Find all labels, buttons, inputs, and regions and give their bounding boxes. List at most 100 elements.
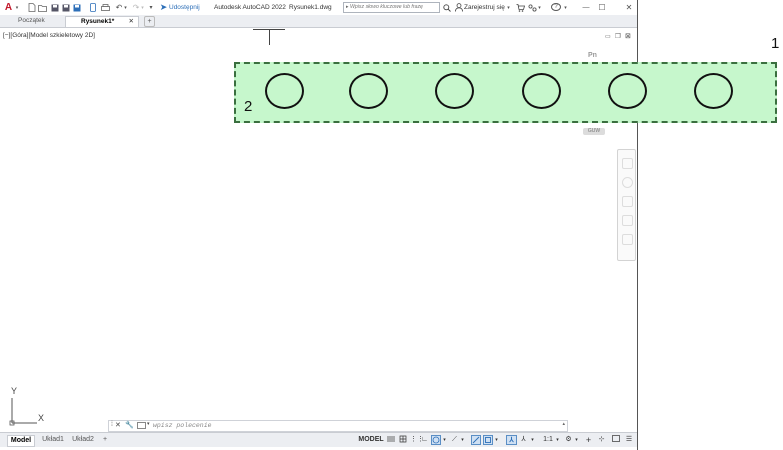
search-dropdown-icon[interactable]: ▸ — [346, 4, 349, 10]
annotation-number-1: 1 — [771, 35, 780, 52]
tab-start[interactable]: Początek — [18, 16, 63, 26]
save-icon[interactable] — [50, 2, 59, 13]
viewport-minimize-icon[interactable]: ▭ — [605, 33, 611, 40]
object-snap-icon[interactable] — [483, 435, 493, 445]
layout-tab-uklad2[interactable]: Układ2 — [70, 435, 96, 445]
customize-command-icon[interactable]: 🔧 — [125, 421, 134, 429]
file-name: Rysunek1.dwg — [289, 4, 332, 11]
crosshair-vertical — [269, 29, 270, 45]
command-history-icon[interactable]: ▴ — [562, 421, 565, 427]
wcs-menu[interactable]: GUW — [583, 128, 605, 135]
new-file-icon[interactable] — [27, 2, 36, 13]
pan-icon[interactable] — [622, 177, 633, 188]
workspace-dropdown-icon[interactable]: ▾ — [574, 435, 579, 445]
object-snap-tracking-icon[interactable] — [471, 435, 481, 445]
open-from-mobile-icon[interactable] — [89, 2, 97, 13]
orbit-icon[interactable] — [622, 215, 633, 226]
app-menu-button[interactable]: A — [3, 2, 14, 13]
search-icon[interactable] — [442, 2, 451, 13]
dynamic-input-icon[interactable]: ⋮⋮ — [410, 435, 424, 445]
autodesk-app-store-icon[interactable] — [515, 2, 525, 13]
status-bar: Model Układ1 Układ2 + MODEL ⋮⋮ ∟ ▾ ⟋ ▾ ▾… — [0, 432, 637, 447]
command-line-grip-icon[interactable]: ⁞ — [111, 421, 113, 428]
share-button[interactable]: Udostępnij — [169, 2, 201, 13]
recent-commands-dropdown-icon[interactable]: ▾ — [147, 421, 150, 427]
wcs-label: GUW — [587, 128, 601, 134]
polar-tracking-icon[interactable] — [431, 435, 441, 445]
open-file-icon[interactable] — [38, 2, 47, 13]
zoom-icon[interactable] — [622, 196, 633, 207]
circle[interactable] — [522, 73, 561, 109]
new-tab-button[interactable]: + — [144, 16, 155, 27]
add-layout-button[interactable]: + — [100, 435, 110, 445]
customize-toolbar-icon[interactable]: ▾ — [148, 2, 154, 13]
sign-in-button[interactable]: Zarejestruj się — [464, 2, 506, 13]
units-icon[interactable]: ⊹ — [597, 435, 606, 445]
circle[interactable] — [265, 73, 304, 109]
command-input[interactable]: wpisz polecenie — [153, 422, 212, 429]
annotation-scale-dropdown-icon[interactable]: ▾ — [555, 435, 560, 445]
circle[interactable] — [349, 73, 388, 109]
layout-tab-model[interactable]: Model — [7, 435, 35, 447]
customization-menu-icon[interactable]: ☰ — [624, 435, 634, 445]
isometric-drafting-icon[interactable]: ⟋ — [450, 435, 459, 445]
redo-icon[interactable]: ↷ — [132, 2, 140, 13]
annotation-visibility-icon[interactable]: ⅄ — [506, 435, 517, 445]
minimize-button[interactable]: — — [581, 2, 591, 13]
viewport-restore-icon[interactable]: ❐ — [615, 32, 621, 40]
auto-scale-dropdown-icon[interactable]: ▾ — [530, 435, 535, 445]
navigation-bar — [617, 149, 636, 261]
command-line-close-icon[interactable]: ✕ — [115, 421, 121, 429]
search-box[interactable]: ▸ Wpisz słowo kluczowe lub frazę — [343, 2, 440, 13]
circle[interactable] — [694, 73, 733, 109]
ortho-mode-icon[interactable]: ∟ — [420, 435, 429, 445]
help-button[interactable]: ? — [551, 3, 561, 11]
title-bar: A ▾ ↶ ▾ ↷ ▾ ▾ ➤ Udostępnij Autodesk Auto… — [0, 0, 637, 16]
search-input[interactable]: Wpisz słowo kluczowe lub frazę — [350, 4, 423, 10]
save-as-icon[interactable] — [61, 2, 70, 13]
undo-dropdown-icon[interactable]: ▾ — [123, 2, 128, 13]
command-line[interactable]: ⁞ ✕ 🔧 ▾ wpisz polecenie ▴ — [108, 420, 568, 432]
circle[interactable] — [608, 73, 647, 109]
app-menu-arrow-icon[interactable]: ▾ — [14, 2, 20, 13]
redo-dropdown-icon[interactable]: ▾ — [140, 2, 145, 13]
help-dropdown-icon[interactable]: ▾ — [563, 2, 568, 13]
maximize-button[interactable]: ☐ — [597, 2, 607, 13]
plot-icon[interactable] — [101, 2, 110, 13]
close-button[interactable]: ✕ — [624, 2, 634, 13]
layout-tab-uklad1[interactable]: Układ1 — [40, 435, 66, 445]
annotation-scale[interactable]: 1:1 — [541, 435, 555, 445]
user-icon[interactable] — [454, 2, 463, 13]
stay-connected-icon[interactable] — [528, 2, 537, 13]
object-snap-dropdown-icon[interactable]: ▾ — [494, 435, 499, 445]
auto-scale-icon[interactable]: ⅄ — [519, 435, 528, 445]
model-space-button[interactable]: MODEL — [358, 435, 384, 445]
stay-connected-dropdown-icon[interactable]: ▾ — [537, 2, 542, 13]
annotation-number-2: 2 — [244, 98, 253, 115]
grid-icon[interactable] — [386, 435, 395, 445]
tab-drawing-label: Rysunek1* — [81, 18, 115, 25]
annotation-monitor-icon[interactable]: + — [584, 435, 593, 445]
share-icon[interactable]: ➤ — [159, 2, 168, 13]
recent-commands-icon[interactable] — [137, 422, 146, 429]
circle[interactable] — [435, 73, 474, 109]
undo-icon[interactable]: ↶ — [115, 2, 123, 13]
ucs-x-label: X — [38, 413, 45, 423]
tab-close-icon[interactable]: ✕ — [129, 17, 134, 27]
steering-wheel-icon[interactable] — [622, 158, 633, 169]
isometric-dropdown-icon[interactable]: ▾ — [460, 435, 465, 445]
selection-window[interactable] — [234, 62, 777, 123]
app-title: Autodesk AutoCAD 2022 — [214, 4, 286, 11]
workspace-gear-icon[interactable]: ⚙ — [564, 435, 573, 445]
quick-properties-icon[interactable] — [611, 435, 620, 445]
viewport-close-icon[interactable]: ⊠ — [625, 32, 631, 40]
save-to-web-icon[interactable] — [72, 2, 81, 13]
polar-tracking-dropdown-icon[interactable]: ▾ — [442, 435, 447, 445]
ucs-y-label: Y — [11, 386, 18, 396]
snap-mode-icon[interactable] — [398, 435, 407, 445]
sign-in-dropdown-icon[interactable]: ▾ — [506, 2, 511, 13]
viewport-label[interactable]: [−][Góra][Model szkieletowy 2D] — [3, 32, 95, 39]
showmotion-icon[interactable] — [622, 234, 633, 245]
viewcube-north-label[interactable]: Pn — [588, 52, 597, 59]
tab-drawing[interactable]: Rysunek1* ✕ — [65, 16, 139, 27]
